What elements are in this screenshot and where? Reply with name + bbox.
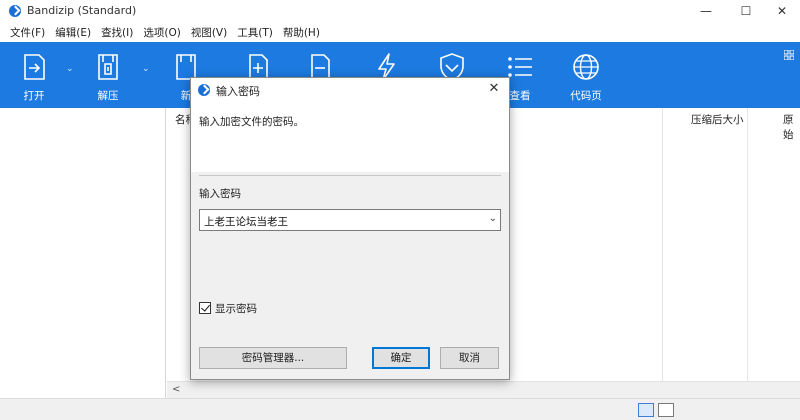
bandizip-logo-icon: [9, 5, 21, 17]
status-bar: [0, 398, 800, 420]
close-window-button[interactable]: ✕: [762, 0, 800, 22]
codepage-button[interactable]: 代码页: [560, 42, 612, 108]
menu-view[interactable]: 视图(V): [187, 23, 231, 41]
column-header-compressed-size[interactable]: 压缩后大小: [691, 108, 744, 128]
dialog-title: 输入密码: [216, 85, 260, 98]
window-title: Bandizip (Standard): [27, 4, 137, 17]
open-icon: [24, 54, 45, 80]
column-divider: [747, 108, 748, 398]
dialog-instruction: 输入加密文件的密码。: [199, 116, 304, 128]
preview-view-icon[interactable]: [658, 403, 674, 417]
password-dialog: 输入密码 ✕ 输入加密文件的密码。 输入密码 上老王论坛当老王 ⌄ 显示密码 密…: [190, 77, 510, 380]
extract-icon: [98, 54, 118, 80]
minimize-button[interactable]: —: [686, 0, 726, 22]
open-label: 打开: [23, 90, 45, 102]
menu-help[interactable]: 帮助(H): [279, 23, 324, 41]
extract-button[interactable]: 解压: [82, 42, 134, 108]
bandizip-logo-icon: [198, 84, 210, 96]
menu-options[interactable]: 选项(O): [139, 23, 184, 41]
layout-grid-icon[interactable]: [784, 50, 794, 60]
menu-file[interactable]: 文件(F): [6, 23, 49, 41]
cancel-button[interactable]: 取消: [440, 347, 499, 369]
show-password-label[interactable]: 显示密码: [215, 301, 257, 316]
menu-find[interactable]: 查找(I): [97, 23, 137, 41]
password-manager-button[interactable]: 密码管理器...: [199, 347, 347, 369]
password-value[interactable]: 上老王论坛当老王: [204, 214, 288, 229]
chevron-down-icon[interactable]: ⌄: [489, 213, 497, 224]
scroll-left-icon[interactable]: <: [172, 384, 180, 395]
show-password-checkbox[interactable]: [199, 302, 211, 314]
folder-tree-pane[interactable]: [0, 108, 166, 398]
title-bar: Bandizip (Standard) — ☐ ✕: [0, 0, 800, 22]
open-dropdown-icon[interactable]: ⌄: [66, 64, 74, 74]
maximize-button[interactable]: ☐: [726, 0, 766, 22]
dialog-title-bar: 输入密码 ✕: [191, 78, 509, 102]
open-button[interactable]: 打开: [8, 42, 60, 108]
extract-dropdown-icon[interactable]: ⌄: [142, 64, 150, 74]
column-header-original-size[interactable]: 原始: [783, 108, 800, 141]
ok-button[interactable]: 确定: [372, 347, 430, 369]
password-label: 输入密码: [199, 188, 241, 200]
menu-bar: 文件(F) 编辑(E) 查找(I) 选项(O) 视图(V) 工具(T) 帮助(H…: [0, 23, 800, 41]
codepage-label: 代码页: [570, 90, 602, 102]
dialog-divider: [199, 175, 501, 176]
details-view-icon[interactable]: [638, 403, 654, 417]
extract-label: 解压: [97, 90, 119, 102]
column-divider: [662, 108, 663, 398]
globe-icon: [573, 54, 599, 80]
show-password-checkbox-row[interactable]: 显示密码: [199, 300, 257, 316]
dialog-info-area: 输入加密文件的密码。: [191, 102, 509, 172]
dialog-close-button[interactable]: ✕: [485, 81, 503, 99]
password-input[interactable]: 上老王论坛当老王 ⌄: [199, 209, 501, 231]
menu-edit[interactable]: 编辑(E): [51, 23, 95, 41]
horizontal-scrollbar[interactable]: <: [167, 381, 800, 398]
menu-tools[interactable]: 工具(T): [233, 23, 277, 41]
app-window: Bandizip (Standard) — ☐ ✕ 文件(F) 编辑(E) 查找…: [0, 0, 800, 420]
